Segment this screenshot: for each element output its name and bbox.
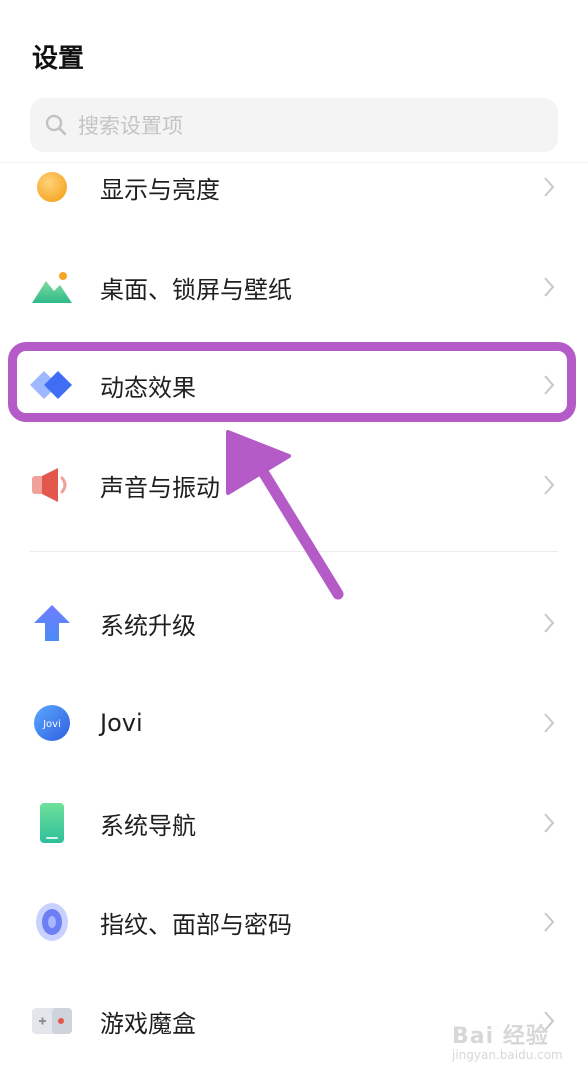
chevron-right-icon (544, 475, 555, 495)
settings-item-label: 系统升级 (100, 611, 196, 640)
settings-item-jovi[interactable]: Jovi Jovi (0, 673, 588, 773)
chevron-right-icon (544, 813, 555, 833)
jovi-icon: Jovi (30, 701, 74, 745)
chevron-right-icon (544, 177, 555, 197)
game-box-icon (30, 999, 74, 1043)
settings-item-wallpaper[interactable]: 桌面、锁屏与壁纸 (0, 237, 588, 337)
chevron-right-icon (544, 912, 555, 932)
settings-item-label: 指纹、面部与密码 (100, 910, 292, 939)
settings-item-system-update[interactable]: 系统升级 (0, 573, 588, 673)
sound-vibration-icon (30, 463, 74, 507)
chevron-right-icon (544, 713, 555, 733)
chevron-right-icon (544, 277, 555, 297)
watermark: Bai 经验 jingyan.baidu.com (452, 1018, 582, 1076)
settings-item-label: 声音与振动 (100, 473, 220, 502)
section-divider (30, 551, 558, 552)
wallpaper-icon (30, 265, 74, 309)
jovi-icon-text: Jovi (42, 719, 61, 730)
search-placeholder: 搜索设置项 (78, 114, 183, 138)
search-icon (45, 114, 67, 136)
settings-item-label: Jovi (100, 709, 143, 737)
system-navigation-icon (30, 801, 74, 845)
display-brightness-icon (30, 165, 74, 209)
settings-item-label: 系统导航 (100, 811, 196, 840)
settings-item-label: 桌面、锁屏与壁纸 (100, 275, 292, 304)
chevron-right-icon (544, 613, 555, 633)
watermark-url: jingyan.baidu.com (452, 1048, 563, 1062)
page-title: 设置 (32, 44, 85, 74)
watermark-logo-text: Bai 经验 (452, 1024, 549, 1049)
highlight-box (8, 342, 576, 422)
settings-item-label: 游戏魔盒 (100, 1009, 196, 1038)
settings-item-fingerprint-face-password[interactable]: 指纹、面部与密码 (0, 872, 588, 972)
settings-item-label: 显示与亮度 (100, 175, 220, 204)
settings-item-display-brightness[interactable]: 显示与亮度 (0, 137, 588, 237)
settings-item-system-navigation[interactable]: 系统导航 (0, 773, 588, 873)
fingerprint-face-password-icon (30, 900, 74, 944)
settings-item-sound-vibration[interactable]: 声音与振动 (0, 435, 588, 535)
system-update-icon (30, 601, 74, 645)
